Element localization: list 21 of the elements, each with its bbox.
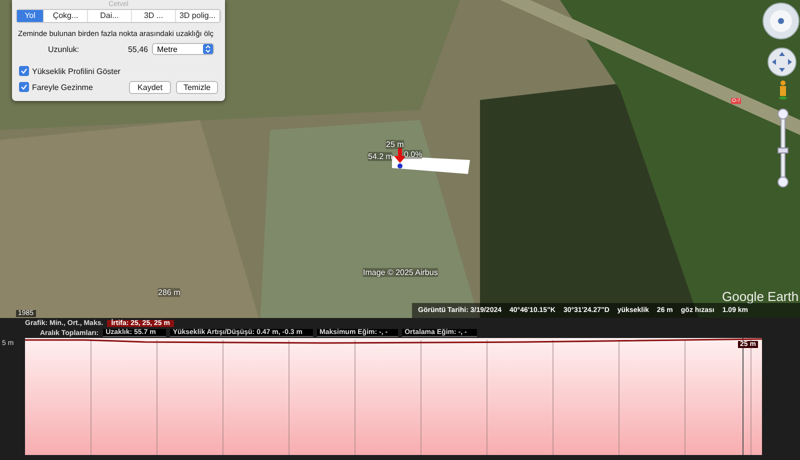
tab[interactable]: Çokg... (44, 10, 88, 22)
brand-text: Google Earth (722, 289, 799, 304)
tab[interactable]: Dai... (88, 10, 132, 22)
zoom-slider[interactable] (777, 108, 789, 188)
move-joystick-icon[interactable] (767, 47, 797, 77)
checkbox[interactable] (19, 66, 29, 76)
length-label: Uzunluk: (48, 44, 80, 54)
clear-button[interactable]: Temizle (176, 80, 218, 94)
look-joystick-icon[interactable] (762, 2, 800, 40)
option-label: Yükseklik Profilini Göster (32, 66, 120, 76)
stepper-icon (203, 44, 213, 54)
tab[interactable]: 3D polig... (176, 10, 220, 22)
tab[interactable]: 3D ... (132, 10, 176, 22)
slider-thumb[interactable] (778, 148, 788, 154)
checkbox[interactable] (19, 82, 29, 92)
save-button[interactable]: Kaydet (129, 80, 171, 94)
person-icon[interactable] (778, 80, 788, 100)
unit-dropdown[interactable]: Metre (152, 43, 214, 55)
option-label: Fareyle Gezinme (32, 82, 93, 92)
length-value: 55,46 (126, 44, 148, 54)
tab[interactable]: Yol (17, 10, 44, 22)
